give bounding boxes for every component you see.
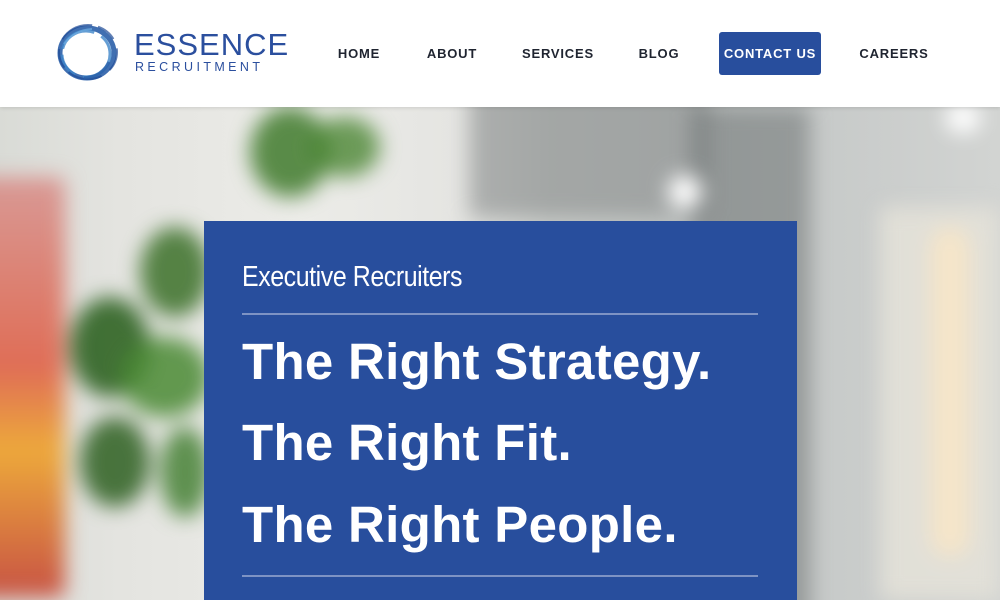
nav-services[interactable]: SERVICES	[518, 32, 598, 75]
hero-divider-top	[242, 313, 758, 315]
hero-headline-line-3: The Right People.	[242, 496, 678, 553]
nav-home[interactable]: HOME	[330, 32, 388, 75]
brand-name: ESSENCE	[134, 27, 290, 62]
hero-headline-line-2: The Right Fit.	[242, 414, 572, 471]
brand-tagline: RECRUITMENT	[135, 60, 264, 74]
nav-careers[interactable]: CAREERS	[856, 32, 932, 75]
hero-headline-line-1: The Right Strategy.	[242, 333, 712, 390]
nav-blog[interactable]: BLOG	[634, 32, 684, 75]
nav-contact-us-button[interactable]: CONTACT US	[719, 32, 821, 75]
hero-divider-bottom	[242, 575, 758, 577]
hero-card: Executive Recruiters The Right Strategy.…	[204, 221, 797, 600]
hero-eyebrow: Executive Recruiters	[242, 261, 463, 293]
circle-brush-logo-icon	[57, 24, 118, 81]
site-header: ESSENCE RECRUITMENT HOME ABOUT SERVICES …	[0, 0, 1000, 107]
brand-logo[interactable]: ESSENCE RECRUITMENT	[54, 22, 288, 84]
nav-about[interactable]: ABOUT	[422, 32, 482, 75]
